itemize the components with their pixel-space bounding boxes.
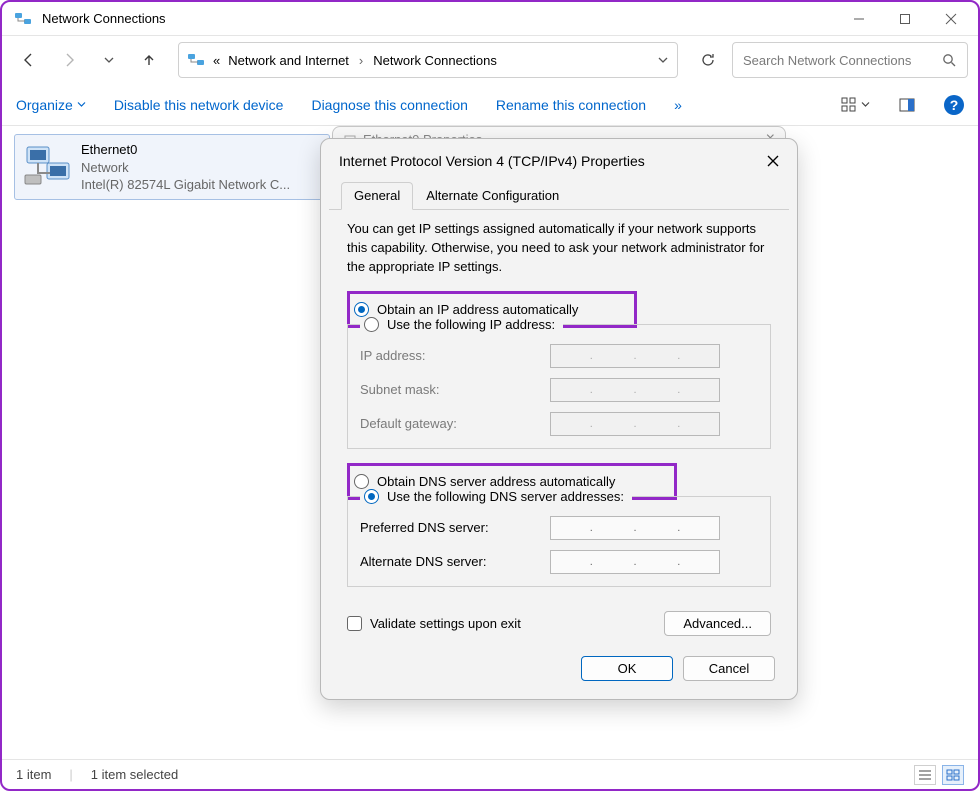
- nav-row: « Network and Internet › Network Connect…: [2, 36, 978, 84]
- status-selected-count: 1 item selected: [91, 767, 178, 782]
- forward-button[interactable]: [52, 43, 86, 77]
- organize-label: Organize: [16, 97, 73, 113]
- chevron-down-icon: [861, 100, 870, 109]
- label-preferred-dns: Preferred DNS server:: [360, 520, 550, 535]
- advanced-button[interactable]: Advanced...: [664, 611, 771, 636]
- back-button[interactable]: [12, 43, 46, 77]
- row-ip-address: IP address: ...: [360, 344, 758, 368]
- dialog-header: Internet Protocol Version 4 (TCP/IPv4) P…: [321, 139, 797, 181]
- breadcrumb-seg1[interactable]: Network and Internet: [228, 53, 349, 68]
- window-frame: Network Connections « Network and Intern…: [0, 0, 980, 791]
- rename-button[interactable]: Rename this connection: [496, 97, 646, 113]
- row-alternate-dns: Alternate DNS server: ...: [360, 550, 758, 574]
- window-title: Network Connections: [42, 11, 836, 26]
- location-icon: [187, 51, 205, 69]
- app-icon: [14, 10, 32, 28]
- row-preferred-dns: Preferred DNS server: ...: [360, 516, 758, 540]
- adapter-status: Network: [81, 159, 290, 177]
- input-default-gateway: ...: [550, 412, 720, 436]
- tab-general[interactable]: General: [341, 182, 413, 210]
- radio-dns-manual[interactable]: Use the following DNS server addresses:: [360, 487, 632, 506]
- row-subnet-mask: Subnet mask: ...: [360, 378, 758, 402]
- radio-icon: [364, 489, 379, 504]
- adapter-device: Intel(R) 82574L Gigabit Network C...: [81, 176, 290, 194]
- search-placeholder: Search Network Connections: [743, 53, 942, 68]
- recent-locations-button[interactable]: [92, 43, 126, 77]
- ok-button[interactable]: OK: [581, 656, 673, 681]
- breadcrumb-prefix: «: [213, 53, 220, 68]
- ethernet-adapter-icon: [23, 141, 71, 189]
- validate-row: Validate settings upon exit Advanced...: [347, 611, 771, 636]
- adapter-tile[interactable]: Ethernet0 Network Intel(R) 82574L Gigabi…: [14, 134, 330, 200]
- label-subnet-mask: Subnet mask:: [360, 382, 550, 397]
- breadcrumb-seg2[interactable]: Network Connections: [373, 53, 497, 68]
- radio-icon: [364, 317, 379, 332]
- adapter-text: Ethernet0 Network Intel(R) 82574L Gigabi…: [81, 141, 290, 193]
- overflow-button[interactable]: »: [674, 97, 682, 113]
- titlebar: Network Connections: [2, 2, 978, 36]
- dialog-body: You can get IP settings assigned automat…: [321, 210, 797, 640]
- preview-pane-button[interactable]: [898, 96, 916, 114]
- diagnose-button[interactable]: Diagnose this connection: [311, 97, 467, 113]
- chevron-down-icon: [77, 100, 86, 109]
- maximize-button[interactable]: [882, 2, 928, 36]
- view-options-button[interactable]: [840, 96, 870, 114]
- tab-alternate[interactable]: Alternate Configuration: [413, 182, 572, 210]
- dialog-close-button[interactable]: [763, 151, 783, 171]
- status-separator: |: [69, 767, 72, 782]
- radio-ip-manual-label: Use the following IP address:: [387, 317, 555, 332]
- disable-device-button[interactable]: Disable this network device: [114, 97, 284, 113]
- adapter-name: Ethernet0: [81, 141, 290, 159]
- label-default-gateway: Default gateway:: [360, 416, 550, 431]
- checkbox-validate[interactable]: [347, 616, 362, 631]
- icons-view-button[interactable]: [942, 765, 964, 785]
- help-button[interactable]: ?: [944, 95, 964, 115]
- input-preferred-dns[interactable]: ...: [550, 516, 720, 540]
- dialog-title: Internet Protocol Version 4 (TCP/IPv4) P…: [339, 153, 763, 169]
- radio-dns-manual-label: Use the following DNS server addresses:: [387, 489, 624, 504]
- address-dropdown[interactable]: [657, 54, 669, 66]
- up-button[interactable]: [132, 43, 166, 77]
- ipv4-properties-dialog: Internet Protocol Version 4 (TCP/IPv4) P…: [320, 138, 798, 700]
- search-input[interactable]: Search Network Connections: [732, 42, 968, 78]
- search-icon: [942, 53, 957, 68]
- input-subnet-mask: ...: [550, 378, 720, 402]
- chevron-right-icon: ›: [359, 53, 363, 68]
- label-alternate-dns: Alternate DNS server:: [360, 554, 550, 569]
- address-bar[interactable]: « Network and Internet › Network Connect…: [178, 42, 678, 78]
- radio-ip-manual[interactable]: Use the following IP address:: [360, 315, 563, 334]
- label-validate: Validate settings upon exit: [370, 616, 521, 631]
- status-item-count: 1 item: [16, 767, 51, 782]
- details-view-button[interactable]: [914, 765, 936, 785]
- close-button[interactable]: [928, 2, 974, 36]
- dns-manual-group: Use the following DNS server addresses: …: [347, 496, 771, 587]
- radio-icon: [354, 474, 369, 489]
- radio-icon: [354, 302, 369, 317]
- status-bar: 1 item | 1 item selected: [2, 759, 978, 789]
- label-ip-address: IP address:: [360, 348, 550, 363]
- row-default-gateway: Default gateway: ...: [360, 412, 758, 436]
- dialog-description: You can get IP settings assigned automat…: [347, 220, 771, 277]
- content-area: Ethernet0 Network Intel(R) 82574L Gigabi…: [2, 126, 978, 759]
- ip-manual-group: Use the following IP address: IP address…: [347, 324, 771, 449]
- input-alternate-dns[interactable]: ...: [550, 550, 720, 574]
- radio-ip-auto-label: Obtain an IP address automatically: [377, 302, 578, 317]
- minimize-button[interactable]: [836, 2, 882, 36]
- input-ip-address: ...: [550, 344, 720, 368]
- dialog-tabs: General Alternate Configuration: [329, 181, 789, 210]
- organize-menu[interactable]: Organize: [16, 97, 86, 113]
- refresh-button[interactable]: [690, 42, 726, 78]
- command-bar: Organize Disable this network device Dia…: [2, 84, 978, 126]
- cancel-button[interactable]: Cancel: [683, 656, 775, 681]
- dialog-buttons: OK Cancel: [321, 640, 797, 685]
- radio-dns-auto-label: Obtain DNS server address automatically: [377, 474, 615, 489]
